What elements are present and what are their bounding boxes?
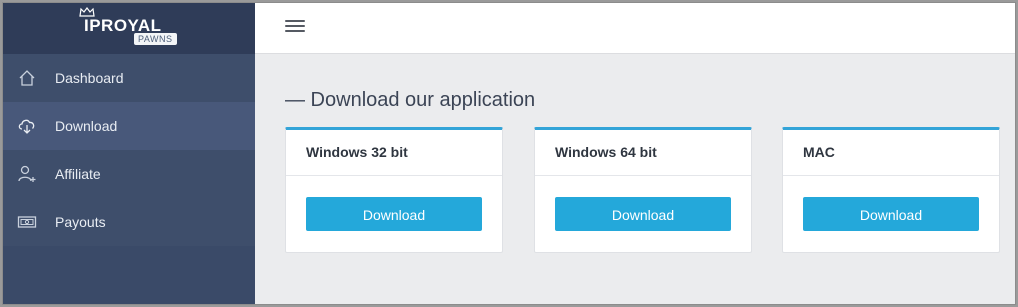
sidebar-item-affiliate[interactable]: Affiliate xyxy=(3,150,255,198)
card-title: MAC xyxy=(783,130,999,176)
sidebar-item-dashboard[interactable]: Dashboard xyxy=(3,54,255,102)
sidebar-item-label: Payouts xyxy=(55,214,106,230)
sidebar-item-label: Dashboard xyxy=(55,70,124,86)
sidebar-item-label: Download xyxy=(55,118,118,134)
sidebar: IPROYAL PAWNS Dashboard Download Affilia… xyxy=(3,3,255,304)
card-title: Windows 64 bit xyxy=(535,130,751,176)
top-bar xyxy=(255,3,1015,54)
sidebar-item-download[interactable]: Download xyxy=(3,102,255,150)
card-title: Windows 32 bit xyxy=(286,130,502,176)
sidebar-item-label: Affiliate xyxy=(55,166,101,182)
download-card-win64: Windows 64 bit Download xyxy=(534,127,752,253)
user-plus-icon xyxy=(17,164,37,184)
section-title: — Download our application xyxy=(285,89,536,111)
money-icon xyxy=(17,212,37,232)
download-button-win32[interactable]: Download xyxy=(306,197,482,231)
app-window: IPROYAL PAWNS Dashboard Download Affilia… xyxy=(2,2,1016,305)
home-icon xyxy=(17,68,37,88)
brand-badge: PAWNS xyxy=(134,33,177,45)
sidebar-item-payouts[interactable]: Payouts xyxy=(3,198,255,246)
download-card-mac: MAC Download xyxy=(782,127,1000,253)
download-button-win64[interactable]: Download xyxy=(555,197,731,231)
cloud-download-icon xyxy=(17,116,37,136)
sidebar-nav: Dashboard Download Affiliate Payouts xyxy=(3,54,255,246)
download-button-mac[interactable]: Download xyxy=(803,197,979,231)
download-card-win32: Windows 32 bit Download xyxy=(285,127,503,253)
hamburger-icon[interactable] xyxy=(285,17,305,35)
brand-logo[interactable]: IPROYAL PAWNS xyxy=(3,3,255,54)
